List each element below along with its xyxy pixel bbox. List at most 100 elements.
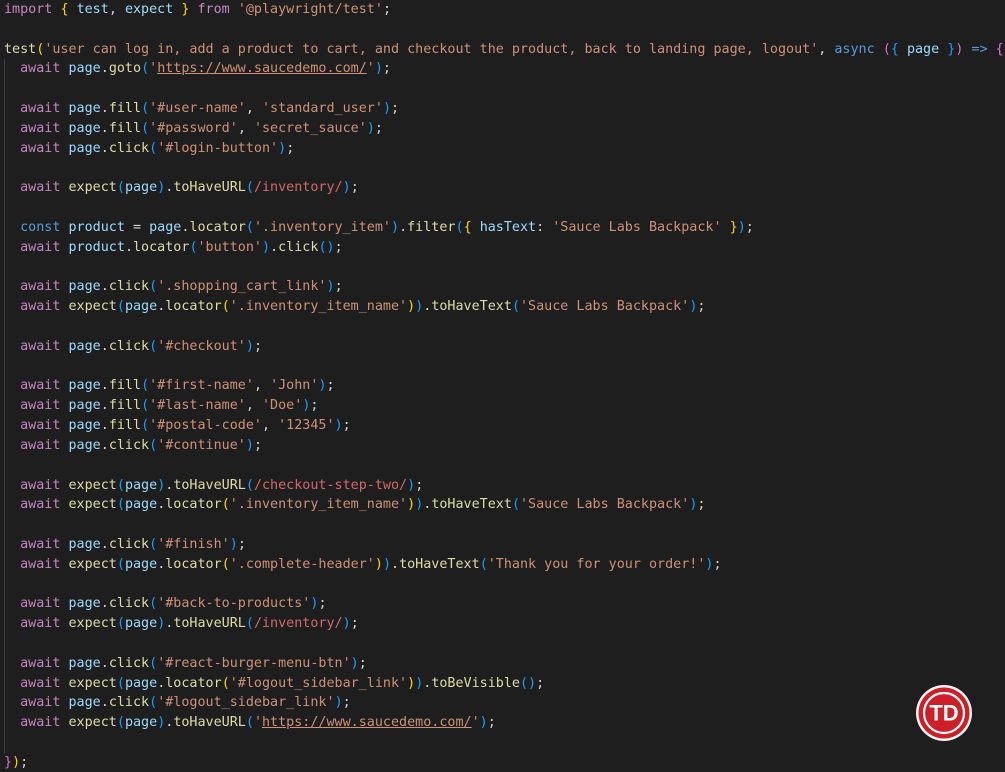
code-line[interactable]: await page.goto('https://www.saucedemo.c… <box>4 59 1005 80</box>
punctuation-token: ; <box>391 101 400 117</box>
function-token: expect <box>68 675 117 691</box>
variable-token: page <box>124 675 158 691</box>
function-token: expect <box>68 616 117 632</box>
punctuation-token <box>4 557 20 572</box>
code-line[interactable]: await expect(page.locator('.inventory_it… <box>4 297 1005 317</box>
code-line[interactable]: await expect(page.locator('.inventory_it… <box>4 495 1005 516</box>
code-line[interactable]: await page.click('#checkout'); <box>4 336 1005 357</box>
string-token: '#continue' <box>157 437 246 453</box>
keyword-token: await <box>20 556 61 572</box>
code-line[interactable] <box>4 356 1005 377</box>
function-token: fill <box>108 418 142 434</box>
punctuation-token: : <box>536 219 553 235</box>
punctuation-token: . <box>100 101 109 117</box>
code-line[interactable]: await page.click('#back-to-products'); <box>4 594 1005 615</box>
string-token: 'Doe' <box>262 398 303 414</box>
keyword-token: await <box>20 299 61 315</box>
punctuation-token <box>60 101 68 116</box>
code-line[interactable]: await product.locator('button').click(); <box>4 237 1005 258</box>
code-line[interactable]: const product = page.locator('.inventory… <box>4 217 1005 238</box>
code-line[interactable] <box>4 574 1005 595</box>
function-token: locator <box>165 299 222 315</box>
function-token: locator <box>165 497 222 513</box>
function-token: locator <box>165 675 222 691</box>
string-token: 'user can log in, add a product to cart,… <box>44 41 819 57</box>
code-line[interactable]: await expect(page.locator('.complete-hea… <box>4 554 1005 575</box>
punctuation-token: ; <box>318 596 327 612</box>
indent-guide <box>4 455 5 476</box>
code-line[interactable]: await expect(page).toHaveURL(/checkout-s… <box>4 475 1005 496</box>
code-line[interactable]: test ('user can log in, add a product to … <box>4 40 1005 60</box>
punctuation-token: ; <box>286 140 295 156</box>
punctuation-token: ; <box>342 418 351 434</box>
punctuation-token <box>60 240 68 255</box>
code-line[interactable] <box>4 79 1005 100</box>
punctuation-token <box>4 715 20 730</box>
punctuation-token <box>4 398 20 413</box>
bracket-token: ) <box>334 695 343 711</box>
code-line[interactable]: await expect(page.locator('#logout_sideb… <box>4 673 1005 694</box>
bracket-token: ( <box>149 338 158 354</box>
keyword-token: await <box>20 715 61 731</box>
code-line[interactable]: import { test, expect } from '@playwrigh… <box>4 0 1005 20</box>
bracket-token: ( <box>511 497 520 513</box>
code-line[interactable]: await page.click('.shopping_cart_link'); <box>4 277 1005 298</box>
function-token: toHaveURL <box>173 715 246 731</box>
code-line[interactable]: await page.fill('#first-name', 'John'); <box>4 376 1005 397</box>
bracket-token: ) <box>326 279 335 295</box>
code-editor[interactable]: import { test, expect } from '@playwrigh… <box>0 0 1005 772</box>
keyword-token: await <box>20 279 61 295</box>
code-line[interactable]: await expect(page).toHaveURL('https://ww… <box>4 713 1005 734</box>
code-line[interactable]: await page.click('#continue'); <box>4 435 1005 456</box>
string-token: '#back-to-products' <box>157 596 311 612</box>
indent-guide <box>4 59 5 80</box>
punctuation-token <box>60 220 68 235</box>
bracket-token: ( <box>116 180 125 196</box>
keyword-token: await <box>20 338 61 354</box>
code-line[interactable] <box>4 515 1005 535</box>
code-line[interactable]: await page.fill('#last-name', 'Doe'); <box>4 396 1005 417</box>
code-line[interactable] <box>4 198 1005 218</box>
punctuation-token: ; <box>697 497 706 513</box>
code-line[interactable] <box>4 733 1005 753</box>
code-line[interactable]: await page.click('#finish'); <box>4 534 1005 555</box>
code-line[interactable]: await page.click('#logout_sidebar_link')… <box>4 693 1005 714</box>
indent-guide <box>4 515 5 535</box>
code-line[interactable] <box>4 20 1005 40</box>
bracket-token: { <box>995 41 1004 57</box>
bracket-token: ( <box>221 556 230 572</box>
code-line[interactable] <box>4 634 1005 654</box>
code-line[interactable]: }); <box>4 753 1005 772</box>
url-link[interactable]: https://www.saucedemo.com/ <box>262 715 472 730</box>
url-link[interactable]: https://www.saucedemo.com/ <box>157 61 367 76</box>
code-line[interactable] <box>4 317 1005 337</box>
code-line[interactable]: await page.fill('#password', 'secret_sau… <box>4 118 1005 139</box>
punctuation-token: ; <box>342 695 351 711</box>
code-line[interactable]: await expect(page).toHaveURL(/inventory/… <box>4 614 1005 634</box>
punctuation-token <box>60 478 68 493</box>
keyword-token: await <box>20 655 61 671</box>
code-line[interactable] <box>4 257 1005 278</box>
punctuation-token: . <box>399 219 408 235</box>
code-line[interactable] <box>4 455 1005 476</box>
punctuation-token: , <box>262 418 279 434</box>
indent-guide <box>4 297 5 317</box>
bracket-token: ( <box>141 398 150 414</box>
code-line[interactable]: await page.click('#react-burger-menu-btn… <box>4 653 1005 674</box>
indent-guide <box>4 217 5 238</box>
code-line[interactable]: await page.click('#login-button'); <box>4 138 1005 159</box>
code-line[interactable]: await page.fill('#user-name', 'standard_… <box>4 99 1005 119</box>
function-token: toHaveURL <box>173 616 246 632</box>
punctuation-token <box>60 61 68 76</box>
bracket-token: ( <box>149 655 158 671</box>
code-line[interactable]: await page.fill('#postal-code', '12345')… <box>4 416 1005 436</box>
variable-token: expect <box>124 2 174 17</box>
code-lines[interactable]: import { test, expect } from '@playwrigh… <box>4 0 1005 772</box>
code-line[interactable]: await expect(page).toHaveURL(/inventory/… <box>4 178 1005 199</box>
bracket-token: ( <box>149 279 158 295</box>
indent-guide <box>4 317 5 337</box>
punctuation-token: ; <box>253 437 262 453</box>
indent-guide <box>4 118 5 139</box>
regex-token: /inventory/ <box>253 616 343 632</box>
code-line[interactable] <box>4 158 1005 179</box>
